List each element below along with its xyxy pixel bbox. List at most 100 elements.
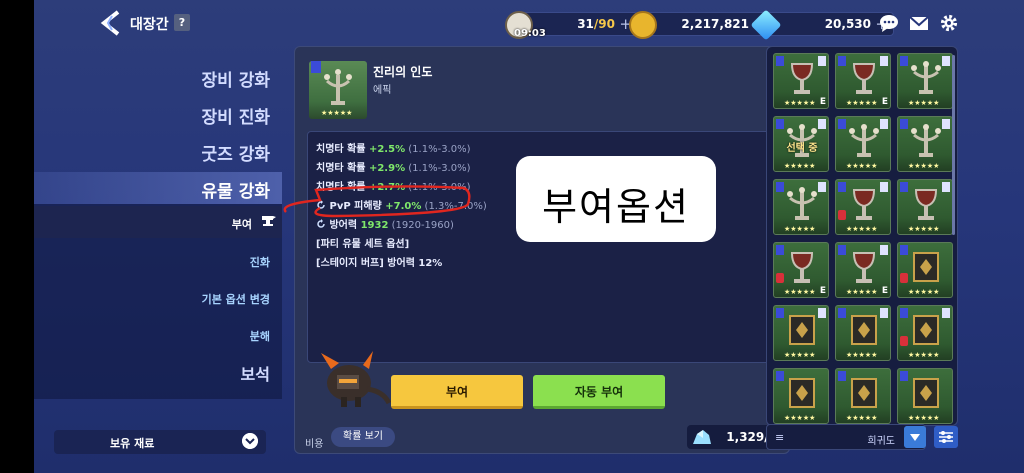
option-label: 치명타 확률 (316, 163, 369, 174)
gear-icon[interactable] (939, 14, 959, 32)
shield-icon (900, 245, 908, 255)
option-value: +2.5% (368, 144, 406, 155)
relic-slot[interactable]: ★★★★★ E (773, 242, 829, 298)
relic-options-box: 치명타 확률 +2.5% (1.1%-3.0%) 치명타 확률 +2.9% (1… (283, 131, 777, 363)
chalice-icon (914, 189, 938, 220)
page-title: 대장간 (130, 17, 169, 33)
shield-icon (776, 245, 784, 255)
refresh-icon (317, 219, 325, 228)
candelabra-icon (849, 124, 879, 157)
relic-slot[interactable]: ★★★★★ (835, 179, 891, 235)
relic-slot[interactable]: ★★★★★ (835, 116, 891, 172)
option-line-set: [파티 유물 세트 옵션] (316, 239, 410, 250)
sidebar-sub-evolve[interactable]: 진화 (250, 254, 270, 270)
sidebar-item-relic-enhance[interactable]: 유물 강화 (202, 177, 270, 202)
bookmark-icon (942, 308, 950, 318)
shield-icon (900, 182, 908, 192)
relic-slot-stars: ★★★★★ (784, 162, 816, 170)
bookmark-icon (818, 308, 826, 318)
menu-icon: ≡ (775, 431, 785, 444)
mail-icon[interactable] (909, 14, 929, 32)
top-bar: 대장간 ? 31/90 + 09:03 2,217,821 + 20,530 + (34, 0, 1024, 46)
sidebar-sub-change-base-option[interactable]: 기본 옵션 변경 (202, 291, 270, 307)
help-button[interactable]: ? (174, 14, 190, 31)
lock-icon (838, 210, 846, 220)
book-icon (789, 315, 815, 345)
candelabra-icon (911, 124, 941, 157)
bookmark-icon (818, 56, 826, 66)
book-icon (851, 315, 877, 345)
relic-slot[interactable]: ★★★★★ (897, 305, 953, 361)
relic-slot-stars: ★★★★★ (846, 162, 878, 170)
bookmark-icon (880, 308, 888, 318)
relic-slot[interactable]: ★★★★★ E (835, 53, 891, 109)
shield-icon (776, 308, 784, 318)
bookmark-icon (942, 182, 950, 192)
relic-slot[interactable]: ★★★★★ (773, 179, 829, 235)
selected-label: 선택 중 (786, 143, 818, 154)
relic-slot-stars: ★★★★★ (846, 225, 878, 233)
sidebar-item-equip-evolve[interactable]: 장비 진화 (202, 103, 270, 128)
relic-slot-stars: ★★★★★ (908, 225, 940, 233)
candelabra-icon (787, 187, 817, 220)
book-icon (913, 252, 939, 282)
shield-icon (311, 61, 321, 73)
filter-icon[interactable] (934, 426, 958, 448)
option-value: 1932 (360, 220, 389, 231)
forge-sidebar: 장비 강화 장비 진화 굿즈 강화 유물 강화 부여 진화 기본 옵션 변경 분… (34, 46, 282, 473)
view-rate-button[interactable]: 확률 보기 (331, 427, 395, 447)
sort-bar[interactable]: ≡ 희귀도 (766, 424, 926, 450)
relic-slot[interactable]: ★★★★★ (773, 368, 829, 424)
auto-grant-button[interactable]: 자동 부여 (533, 375, 665, 409)
chevron-down-icon (242, 433, 258, 449)
relic-slot[interactable]: ★★★★★ (897, 53, 953, 109)
bookmark-icon (880, 245, 888, 255)
annotation-note-text: 부여옵션 (542, 185, 690, 229)
option-range: (1.1%-3.0%) (405, 163, 471, 174)
shield-icon (776, 119, 784, 129)
relic-slot-stars: ★★★★★ (908, 99, 940, 107)
relic-slot[interactable]: ★★★★★ E (835, 242, 891, 298)
sort-direction-icon[interactable] (904, 426, 926, 448)
book-icon (913, 315, 939, 345)
owned-material-dropdown[interactable]: 보유 재료 (54, 430, 266, 454)
grid-scrollbar[interactable] (952, 55, 955, 235)
sidebar-sub-grant[interactable]: 부여 (232, 216, 252, 232)
shield-icon (776, 371, 784, 381)
relic-slot-stars: ★★★★★ (784, 99, 816, 107)
lock-icon (900, 336, 908, 346)
bookmark-icon (942, 56, 950, 66)
sidebar-sub-dismantle[interactable]: 분해 (250, 328, 270, 344)
relic-slot[interactable]: ★★★★★ (897, 242, 953, 298)
gem-counter: 20,530 + (750, 9, 894, 41)
forge-screen: 대장간 ? 31/90 + 09:03 2,217,821 + 20,530 + (34, 0, 1024, 473)
relic-slot[interactable]: ★★★★★ 선택 중 (773, 116, 829, 172)
shield-icon (776, 182, 784, 192)
bookmark-icon (880, 56, 888, 66)
relic-stars: ★★★★★ (321, 109, 353, 117)
relic-slot[interactable]: ★★★★★ (897, 368, 953, 424)
relic-slot[interactable]: ★★★★★ (773, 305, 829, 361)
chat-icon[interactable] (879, 14, 899, 32)
book-icon (913, 378, 939, 408)
relic-slot-stars: ★★★★★ (784, 351, 816, 359)
shield-icon (900, 371, 908, 381)
relic-slot[interactable]: ★★★★★ (835, 368, 891, 424)
chalice-icon (790, 63, 814, 94)
sidebar-item-gem[interactable]: 보석 (241, 361, 270, 385)
relic-slot[interactable]: ★★★★★ (897, 116, 953, 172)
chalice-icon (790, 252, 814, 283)
owned-material-label: 보유 재료 (110, 437, 155, 450)
relic-slot[interactable]: ★★★★★ E (773, 53, 829, 109)
relic-slot-stars: ★★★★★ (846, 414, 878, 422)
sidebar-item-goods-enhance[interactable]: 굿즈 강화 (202, 140, 270, 165)
stamina-current: 31 (577, 17, 594, 31)
relic-slot[interactable]: ★★★★★ (897, 179, 953, 235)
grant-button[interactable]: 부여 (391, 375, 523, 409)
stamina-timer: 09:03 (514, 28, 546, 39)
sidebar-item-equip-enhance[interactable]: 장비 강화 (202, 66, 270, 91)
relic-slot[interactable]: ★★★★★ (835, 305, 891, 361)
shield-icon (838, 371, 846, 381)
back-arrow-icon[interactable] (98, 10, 122, 36)
relic-slot-stars: ★★★★★ (784, 225, 816, 233)
